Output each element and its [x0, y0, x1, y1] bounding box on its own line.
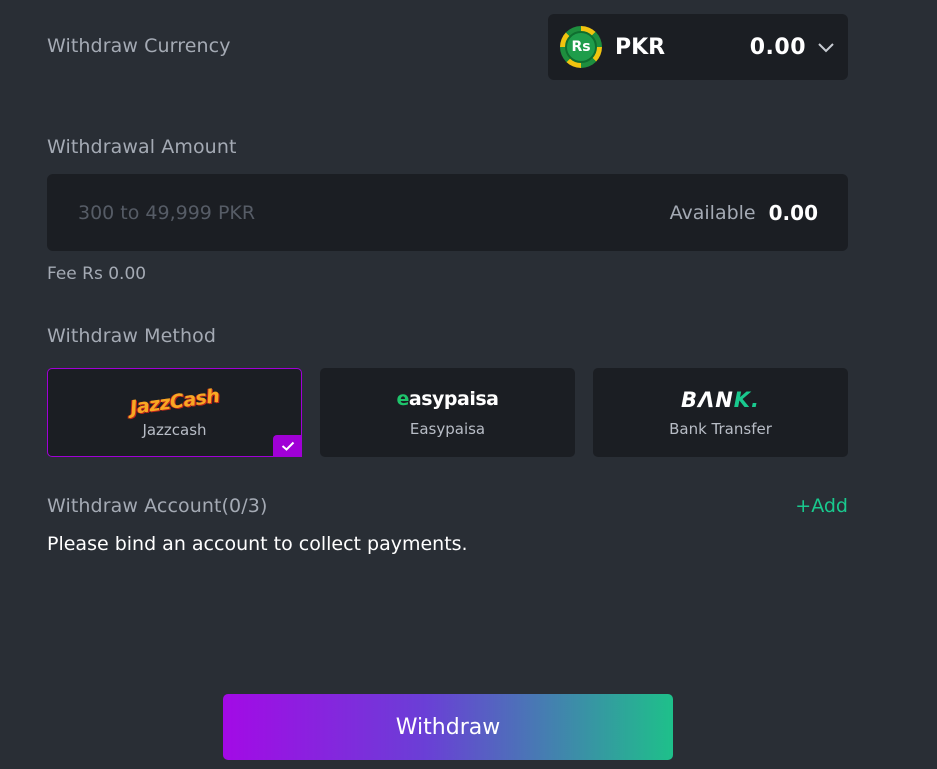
- available-value: 0.00: [768, 200, 818, 225]
- jazzcash-logo: JazzCash: [128, 384, 221, 420]
- add-account-link[interactable]: +Add: [795, 495, 848, 517]
- amount-input[interactable]: [78, 201, 670, 224]
- method-bank-transfer[interactable]: BΛNK. Bank Transfer: [593, 368, 848, 457]
- method-label: Bank Transfer: [669, 420, 772, 438]
- bind-account-notice: Please bind an account to collect paymen…: [47, 533, 468, 555]
- method-easypaisa[interactable]: easypaisa Easypaisa: [320, 368, 575, 457]
- withdraw-account-label: Withdraw Account(0/3): [47, 495, 268, 517]
- easypaisa-logo: easypaisa: [396, 388, 499, 410]
- selected-check-icon: [273, 435, 302, 457]
- method-jazzcash[interactable]: JazzCash Jazzcash: [47, 368, 302, 457]
- method-label: Jazzcash: [142, 421, 207, 439]
- bank-logo: BΛNK.: [680, 388, 761, 412]
- method-label: Easypaisa: [409, 420, 486, 438]
- currency-selector[interactable]: Rs PKR 0.00: [548, 14, 848, 80]
- withdrawal-amount-label: Withdrawal Amount: [47, 136, 237, 158]
- amount-field: Available 0.00: [47, 174, 848, 251]
- currency-balance: 0.00: [749, 34, 806, 60]
- withdraw-button[interactable]: Withdraw: [223, 694, 673, 760]
- withdraw-method-label: Withdraw Method: [47, 325, 216, 347]
- currency-code: PKR: [615, 34, 666, 60]
- fee-text: Fee Rs 0.00: [47, 264, 147, 284]
- withdraw-page: Withdraw Currency Rs PKR 0.00 Withdrawal…: [0, 0, 937, 769]
- available-label: Available: [669, 201, 756, 224]
- pkr-coin-icon: Rs: [560, 26, 602, 68]
- withdraw-currency-label: Withdraw Currency: [47, 35, 231, 57]
- chevron-down-icon[interactable]: [816, 37, 836, 57]
